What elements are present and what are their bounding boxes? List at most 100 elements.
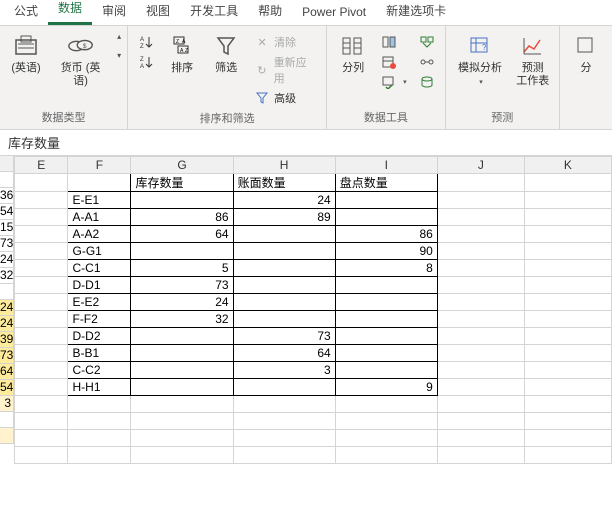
cell[interactable] xyxy=(524,345,611,362)
cell[interactable] xyxy=(15,379,68,396)
col-H[interactable]: H xyxy=(233,157,335,174)
cell[interactable] xyxy=(335,277,437,294)
btn-whatif[interactable]: ? 模拟分析▾ xyxy=(452,30,509,91)
btn-sort-asc[interactable]: AZ xyxy=(134,32,158,52)
cell[interactable] xyxy=(15,174,68,192)
col-I[interactable]: I xyxy=(335,157,437,174)
cell[interactable] xyxy=(233,226,335,243)
col-E[interactable]: E xyxy=(15,157,68,174)
btn-advanced[interactable]: 高级 xyxy=(250,88,320,108)
cell[interactable] xyxy=(15,260,68,277)
cell[interactable]: 73 xyxy=(131,277,233,294)
btn-data-validation[interactable]: ▾ xyxy=(377,72,411,92)
btn-relationships[interactable] xyxy=(415,52,439,72)
cell[interactable] xyxy=(524,260,611,277)
btn-stocks[interactable]: (英语) xyxy=(6,30,46,77)
btn-clear[interactable]: ✕清除 xyxy=(250,32,320,52)
tab-view[interactable]: 视图 xyxy=(136,0,180,25)
cell[interactable]: 9 xyxy=(335,379,437,396)
cell[interactable] xyxy=(335,209,437,226)
cell[interactable] xyxy=(131,192,233,209)
cell[interactable] xyxy=(15,209,68,226)
cell[interactable]: E-E1 xyxy=(68,192,131,209)
cell[interactable]: 89 xyxy=(233,209,335,226)
cell[interactable] xyxy=(15,192,68,209)
cell[interactable]: D-D2 xyxy=(68,328,131,345)
cell[interactable]: 90 xyxy=(335,243,437,260)
btn-sort-desc[interactable]: ZA xyxy=(134,52,158,72)
cell[interactable] xyxy=(524,192,611,209)
btn-text-to-columns[interactable]: 分列 xyxy=(333,30,373,77)
cell[interactable] xyxy=(437,243,524,260)
btn-group-outline[interactable]: 分 xyxy=(566,30,606,77)
cell[interactable] xyxy=(524,328,611,345)
cell[interactable] xyxy=(437,277,524,294)
cell[interactable] xyxy=(437,379,524,396)
col-J[interactable]: J xyxy=(437,157,524,174)
cell[interactable]: H-H1 xyxy=(68,379,131,396)
btn-currency[interactable]: $ 货币 (英语) xyxy=(50,30,111,90)
cell[interactable]: 86 xyxy=(131,209,233,226)
cell[interactable]: 73 xyxy=(233,328,335,345)
cell[interactable] xyxy=(437,328,524,345)
cell[interactable] xyxy=(524,362,611,379)
tab-formulas[interactable]: 公式 xyxy=(4,0,48,25)
cell[interactable] xyxy=(131,328,233,345)
cell[interactable]: 3 xyxy=(233,362,335,379)
cell[interactable] xyxy=(335,311,437,328)
cell[interactable] xyxy=(335,192,437,209)
cell[interactable]: C-C1 xyxy=(68,260,131,277)
btn-sort[interactable]: ZAAZ 排序 xyxy=(162,30,202,77)
cell[interactable]: 账面数量 xyxy=(233,174,335,192)
cell[interactable] xyxy=(437,345,524,362)
cell[interactable]: 32 xyxy=(131,311,233,328)
cell[interactable] xyxy=(233,260,335,277)
col-K[interactable]: K xyxy=(524,157,611,174)
cell[interactable] xyxy=(233,277,335,294)
cell[interactable] xyxy=(233,311,335,328)
cell[interactable] xyxy=(131,243,233,260)
cell[interactable] xyxy=(524,226,611,243)
tab-new[interactable]: 新建选项卡 xyxy=(376,0,456,25)
btn-data-model[interactable] xyxy=(415,72,439,92)
cell[interactable]: 5 xyxy=(131,260,233,277)
tab-developer[interactable]: 开发工具 xyxy=(180,0,248,25)
cell[interactable] xyxy=(437,174,524,192)
cell[interactable] xyxy=(437,209,524,226)
cell[interactable]: F-F2 xyxy=(68,311,131,328)
scroll-down-icon[interactable]: ▾ xyxy=(117,51,121,60)
btn-flash-fill[interactable] xyxy=(377,32,411,52)
cell[interactable] xyxy=(335,294,437,311)
cell[interactable] xyxy=(437,294,524,311)
cell[interactable] xyxy=(15,311,68,328)
cell[interactable] xyxy=(15,345,68,362)
cell[interactable] xyxy=(68,174,131,192)
cell[interactable] xyxy=(524,277,611,294)
cell[interactable] xyxy=(131,345,233,362)
cell[interactable]: B-B1 xyxy=(68,345,131,362)
cell[interactable] xyxy=(437,226,524,243)
btn-consolidate[interactable] xyxy=(415,32,439,52)
btn-forecast-sheet[interactable]: 预测 工作表 xyxy=(512,30,553,90)
cell[interactable]: D-D1 xyxy=(68,277,131,294)
cell[interactable]: C-C2 xyxy=(68,362,131,379)
cell[interactable]: 8 xyxy=(335,260,437,277)
cell[interactable] xyxy=(437,311,524,328)
cell[interactable] xyxy=(15,243,68,260)
cell[interactable] xyxy=(15,294,68,311)
cell[interactable] xyxy=(15,362,68,379)
cell[interactable]: 库存数量 xyxy=(131,174,233,192)
cell[interactable] xyxy=(131,362,233,379)
tab-help[interactable]: 帮助 xyxy=(248,0,292,25)
cell[interactable] xyxy=(524,379,611,396)
cell[interactable]: 盘点数量 xyxy=(335,174,437,192)
cell[interactable] xyxy=(437,260,524,277)
cell[interactable]: A-A1 xyxy=(68,209,131,226)
cell[interactable]: 64 xyxy=(233,345,335,362)
cell[interactable] xyxy=(233,243,335,260)
cell[interactable]: A-A2 xyxy=(68,226,131,243)
btn-filter[interactable]: 筛选 xyxy=(206,30,246,77)
formula-bar[interactable]: 库存数量 xyxy=(0,130,612,156)
cell[interactable]: 24 xyxy=(131,294,233,311)
cell[interactable] xyxy=(15,328,68,345)
